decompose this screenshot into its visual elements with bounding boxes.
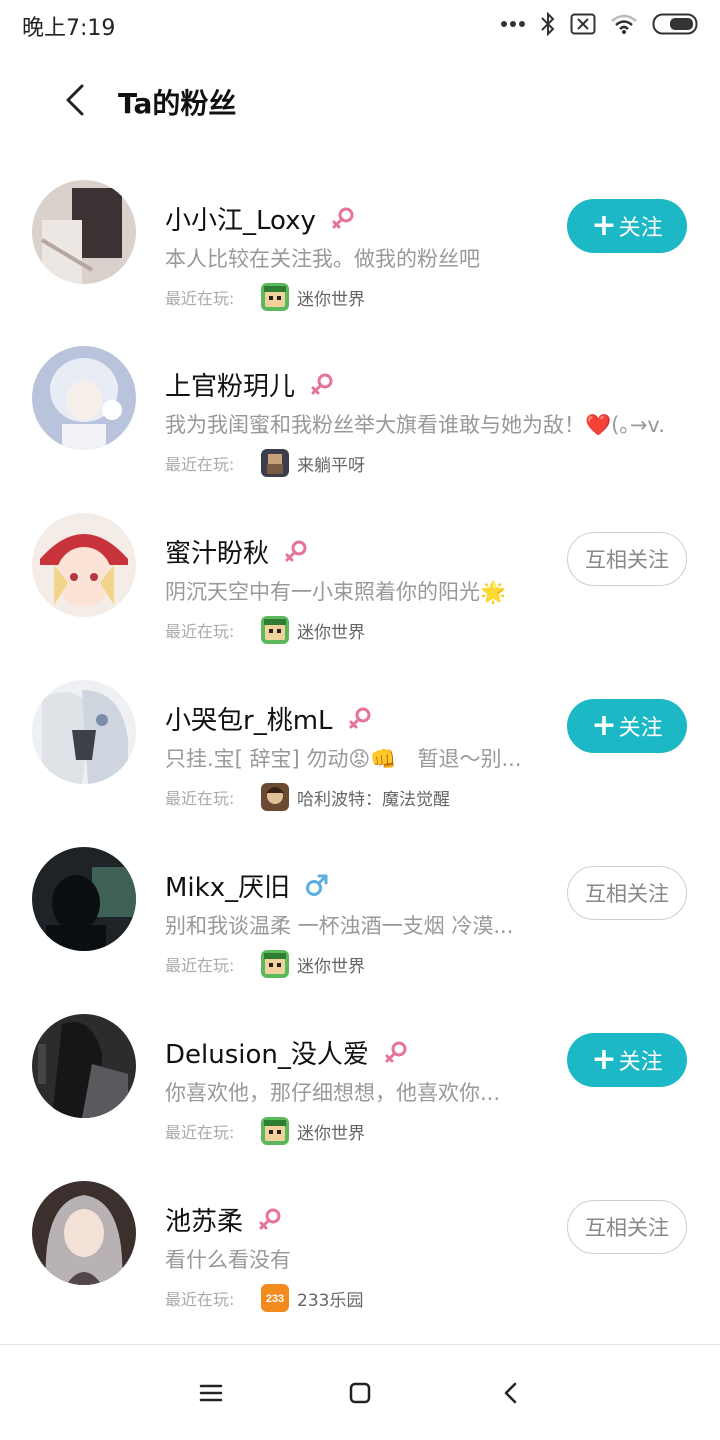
mini-world-icon[interactable] xyxy=(261,616,289,644)
fan-row[interactable]: 小小江_Loxy 本人比较在关注我。做我的粉丝吧 最近在玩: 迷你世界 + 关注 xyxy=(0,180,720,314)
game-name[interactable]: 迷你世界 xyxy=(297,285,365,310)
recent-label: 最近在玩: xyxy=(165,289,235,308)
recent-label: 最近在玩: xyxy=(165,789,235,808)
recent-playing: 最近在玩: 迷你世界 xyxy=(165,281,365,313)
menu-icon xyxy=(199,1384,223,1402)
name-line: 小小江_Loxy xyxy=(165,200,356,236)
fan-name[interactable]: 小哭包r_桃mL xyxy=(165,700,333,737)
name-line: 上官粉玥儿 xyxy=(165,366,335,402)
female-icon xyxy=(385,1041,407,1063)
recent-playing: 最近在玩: 哈利波特：魔法觉醒 xyxy=(165,781,450,813)
mini-world-icon[interactable] xyxy=(261,950,289,978)
game-icon-text: 233 xyxy=(266,1293,284,1305)
recent-label: 最近在玩: xyxy=(165,455,235,474)
fan-row[interactable]: Mikx_厌旧 别和我谈温柔 一杯浊酒一支烟 冷漠... 最近在玩: 迷你世界 … xyxy=(0,847,720,981)
recent-playing: 最近在玩: 迷你世界 xyxy=(165,614,365,646)
recent-playing: 最近在玩: 来躺平呀 xyxy=(165,447,365,479)
plus-icon: + xyxy=(591,208,617,243)
back-button[interactable] xyxy=(56,80,96,120)
female-icon xyxy=(349,707,371,729)
recent-label: 最近在玩: xyxy=(165,1290,235,1309)
game-name[interactable]: 来躺平呀 xyxy=(297,451,365,476)
fan-bio: 别和我谈温柔 一杯浊酒一支烟 冷漠... xyxy=(165,914,514,938)
system-nav-bar xyxy=(0,1344,720,1440)
recent-label: 最近在玩: xyxy=(165,956,235,975)
fan-name[interactable]: Delusion_没人爱 xyxy=(165,1034,369,1071)
name-line: 小哭包r_桃mL xyxy=(165,700,373,736)
follow-button[interactable]: + 关注 xyxy=(567,699,687,753)
name-line: 池苏柔 xyxy=(165,1201,283,1237)
fan-bio: 我为我闺蜜和我粉丝举大旗看谁敢与她为敌！❤️(｡→v... xyxy=(165,413,665,437)
plus-icon: + xyxy=(591,708,617,743)
game-name[interactable]: 哈利波特：魔法觉醒 xyxy=(297,785,450,810)
back-arrow-icon xyxy=(66,84,84,116)
name-line: Delusion_没人爱 xyxy=(165,1034,409,1070)
avatar[interactable] xyxy=(32,680,136,784)
fan-name[interactable]: 池苏柔 xyxy=(165,1201,243,1238)
game-name[interactable]: 233乐园 xyxy=(297,1286,363,1311)
recent-playing: 最近在玩: 迷你世界 xyxy=(165,948,365,980)
home-square-icon xyxy=(349,1382,371,1404)
lie-flat-game-icon[interactable] xyxy=(261,449,289,477)
recent-label: 最近在玩: xyxy=(165,1123,235,1142)
recent-playing: 最近在玩: 233 233乐园 xyxy=(165,1282,363,1314)
system-back-button[interactable] xyxy=(493,1375,529,1411)
fan-row[interactable]: Delusion_没人爱 你喜欢他，那仔细想想，他喜欢你... 最近在玩: 迷你… xyxy=(0,1014,720,1148)
status-time: 晚上7:19 xyxy=(22,16,116,41)
fan-row[interactable]: 池苏柔 看什么看没有 最近在玩: 233 233乐园 互相关注 xyxy=(0,1181,720,1315)
female-icon xyxy=(332,207,354,229)
battery-icon xyxy=(652,13,698,35)
name-line: Mikx_厌旧 xyxy=(165,867,330,903)
female-icon xyxy=(285,540,307,562)
fan-bio: 只挂.宝[ 辞宝] 勿动😡👊 暂退～别... xyxy=(165,747,522,771)
avatar[interactable] xyxy=(32,847,136,951)
no-sim-icon xyxy=(570,13,596,35)
female-icon xyxy=(259,1208,281,1230)
follow-button[interactable]: + 关注 xyxy=(567,1033,687,1087)
mutual-follow-button[interactable]: 互相关注 xyxy=(567,532,687,586)
page-title: Ta的粉丝 xyxy=(118,87,237,120)
plus-icon: + xyxy=(591,1042,617,1077)
fan-name[interactable]: Mikx_厌旧 xyxy=(165,867,290,904)
follow-label: 关注 xyxy=(618,716,663,741)
game-name[interactable]: 迷你世界 xyxy=(297,618,365,643)
233-park-icon[interactable]: 233 xyxy=(261,1284,289,1312)
fan-name[interactable]: 小小江_Loxy xyxy=(165,200,316,237)
avatar[interactable] xyxy=(32,513,136,617)
follow-button[interactable]: + 关注 xyxy=(567,199,687,253)
fan-name[interactable]: 上官粉玥儿 xyxy=(165,366,295,403)
home-button[interactable] xyxy=(342,1375,378,1411)
follow-label: 关注 xyxy=(618,1050,663,1075)
recent-playing: 最近在玩: 迷你世界 xyxy=(165,1115,365,1147)
fan-row[interactable]: 小哭包r_桃mL 只挂.宝[ 辞宝] 勿动😡👊 暂退～别... 最近在玩: 哈利… xyxy=(0,680,720,814)
mutual-follow-button[interactable]: 互相关注 xyxy=(567,1200,687,1254)
menu-button[interactable] xyxy=(193,1375,229,1411)
mini-world-icon[interactable] xyxy=(261,1117,289,1145)
follow-label: 关注 xyxy=(618,216,663,241)
avatar[interactable] xyxy=(32,1181,136,1285)
wifi-icon xyxy=(611,14,637,34)
mini-world-icon[interactable] xyxy=(261,283,289,311)
header: Ta的粉丝 xyxy=(0,70,720,130)
back-chevron-icon xyxy=(504,1382,517,1404)
more-dots-icon xyxy=(501,21,525,27)
bluetooth-icon xyxy=(541,12,555,36)
avatar[interactable] xyxy=(32,346,136,450)
recent-label: 最近在玩: xyxy=(165,622,235,641)
name-line: 蜜汁盼秋 xyxy=(165,533,309,569)
status-icons xyxy=(500,10,700,38)
fan-row[interactable]: 蜜汁盼秋 阴沉天空中有一小束照着你的阳光🌟 最近在玩: 迷你世界 互相关注 xyxy=(0,513,720,647)
status-bar: 晚上7:19 xyxy=(0,0,720,50)
avatar[interactable] xyxy=(32,1014,136,1118)
fan-name[interactable]: 蜜汁盼秋 xyxy=(165,533,269,570)
mutual-follow-button[interactable]: 互相关注 xyxy=(567,866,687,920)
harry-potter-game-icon[interactable] xyxy=(261,783,289,811)
male-icon xyxy=(306,874,328,896)
female-icon xyxy=(311,373,333,395)
game-name[interactable]: 迷你世界 xyxy=(297,952,365,977)
avatar[interactable] xyxy=(32,180,136,284)
fan-bio: 你喜欢他，那仔细想想，他喜欢你... xyxy=(165,1081,501,1105)
fan-row[interactable]: 上官粉玥儿 我为我闺蜜和我粉丝举大旗看谁敢与她为敌！❤️(｡→v... 最近在玩… xyxy=(0,346,720,480)
game-name[interactable]: 迷你世界 xyxy=(297,1119,365,1144)
